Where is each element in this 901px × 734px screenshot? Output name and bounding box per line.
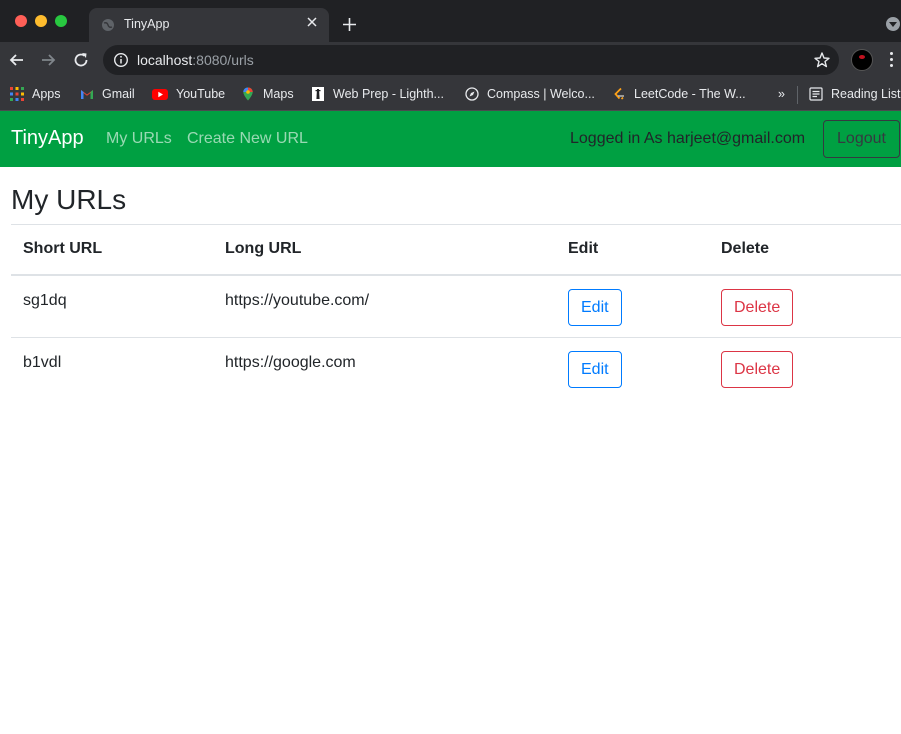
- delete-button[interactable]: Delete: [721, 351, 794, 388]
- bookmarks-overflow-button[interactable]: »: [778, 84, 785, 104]
- column-header-short-url: Short URL: [11, 224, 213, 276]
- app-navbar: TinyApp My URLs Create New URL Logged in…: [0, 111, 901, 167]
- table-header: Short URL Long URL Edit Delete: [11, 224, 901, 276]
- browser-toolbar: localhost:8080/urls: [0, 42, 901, 79]
- column-header-edit: Edit: [556, 224, 709, 276]
- more-menu-icon[interactable]: [890, 52, 896, 70]
- title-bar: TinyApp: [0, 0, 901, 42]
- logout-button[interactable]: Logout: [823, 120, 900, 158]
- brand-link[interactable]: TinyApp: [11, 127, 84, 150]
- compass-icon: [465, 87, 479, 101]
- browser-chrome: TinyApp localhost:8080/urls Apps Gmail Y…: [0, 0, 901, 111]
- bookmark-label: LeetCode - The W...: [634, 87, 746, 101]
- new-tab-icon[interactable]: [342, 17, 357, 32]
- reading-list-button[interactable]: Reading List: [809, 84, 901, 104]
- url-path: :8080/urls: [192, 52, 254, 68]
- nav-link-my-urls[interactable]: My URLs: [106, 130, 172, 148]
- reading-list-icon: [809, 87, 823, 101]
- table-header-row: Short URL Long URL Edit Delete: [11, 224, 901, 276]
- bookmarks-bar: Apps Gmail YouTube Maps Web Prep - Light…: [0, 79, 901, 111]
- tab-title: TinyApp: [124, 17, 170, 31]
- bookmark-label: Gmail: [102, 87, 135, 101]
- info-icon[interactable]: [113, 52, 129, 68]
- forward-arrow-icon[interactable]: [39, 51, 57, 69]
- table-body: sg1dq https://youtube.com/ Edit Delete b…: [11, 274, 901, 401]
- browser-tab[interactable]: TinyApp: [89, 8, 329, 42]
- edit-button[interactable]: Edit: [568, 351, 622, 388]
- lighthouse-icon: [312, 87, 324, 101]
- bookmark-gmail[interactable]: Gmail: [80, 84, 135, 104]
- long-url-cell: https://google.com: [213, 337, 556, 401]
- bookmark-label: Web Prep - Lighth...: [333, 87, 444, 101]
- close-tab-icon[interactable]: [305, 15, 319, 29]
- tab-search-icon[interactable]: [886, 17, 900, 31]
- edit-cell: Edit: [556, 337, 709, 401]
- overflow-chevron-icon: »: [778, 87, 785, 101]
- gmail-icon: [81, 90, 93, 99]
- reload-icon[interactable]: [72, 51, 90, 69]
- bookmark-leetcode[interactable]: LeetCode - The W...: [612, 84, 746, 104]
- leetcode-icon: [614, 87, 624, 100]
- bookmark-label: Maps: [263, 87, 294, 101]
- column-header-delete: Delete: [709, 224, 901, 276]
- logged-in-user-text: Logged in As harjeet@gmail.com: [570, 130, 806, 147]
- short-url-cell: b1vdl: [11, 337, 213, 401]
- bookmark-label: Apps: [32, 87, 61, 101]
- minimize-window-button[interactable]: [35, 15, 47, 27]
- column-header-long-url: Long URL: [213, 224, 556, 276]
- bookmark-label: YouTube: [176, 87, 226, 101]
- bookmark-apps[interactable]: Apps: [10, 84, 61, 104]
- url-text[interactable]: localhost:8080/urls: [137, 52, 254, 68]
- table-row: sg1dq https://youtube.com/ Edit Delete: [11, 274, 901, 338]
- page-title: My URLs: [11, 184, 127, 215]
- delete-cell: Delete: [709, 274, 901, 338]
- bookmark-web-prep[interactable]: Web Prep - Lighth...: [311, 84, 444, 104]
- short-url-cell: sg1dq: [11, 274, 213, 338]
- url-host: localhost: [137, 52, 193, 68]
- back-arrow-icon[interactable]: [8, 51, 26, 69]
- maximize-window-button[interactable]: [55, 15, 67, 27]
- reading-list-label: Reading List: [831, 87, 901, 101]
- profile-avatar[interactable]: [851, 49, 873, 71]
- bookmark-compass[interactable]: Compass | Welco...: [465, 84, 595, 104]
- edit-button[interactable]: Edit: [568, 288, 622, 326]
- urls-table: Short URL Long URL Edit Delete sg1dq htt…: [11, 224, 901, 401]
- close-window-button[interactable]: [15, 15, 27, 27]
- edit-cell: Edit: [556, 274, 709, 338]
- nav-link-create-new-url[interactable]: Create New URL: [187, 130, 308, 148]
- youtube-icon: [152, 89, 168, 100]
- globe-icon: [102, 19, 114, 31]
- table-row: b1vdl https://google.com Edit Delete: [11, 337, 901, 401]
- address-bar[interactable]: localhost:8080/urls: [103, 45, 839, 75]
- maps-icon: [243, 87, 253, 101]
- delete-cell: Delete: [709, 337, 901, 401]
- bookmarks-divider: [797, 86, 798, 104]
- bookmark-youtube[interactable]: YouTube: [152, 84, 225, 104]
- bookmark-label: Compass | Welco...: [487, 87, 595, 101]
- long-url-cell: https://youtube.com/: [213, 274, 556, 338]
- bookmark-maps[interactable]: Maps: [241, 84, 294, 104]
- bookmark-star-icon[interactable]: [813, 51, 831, 69]
- apps-grid-icon: [10, 87, 24, 101]
- delete-button[interactable]: Delete: [721, 288, 794, 326]
